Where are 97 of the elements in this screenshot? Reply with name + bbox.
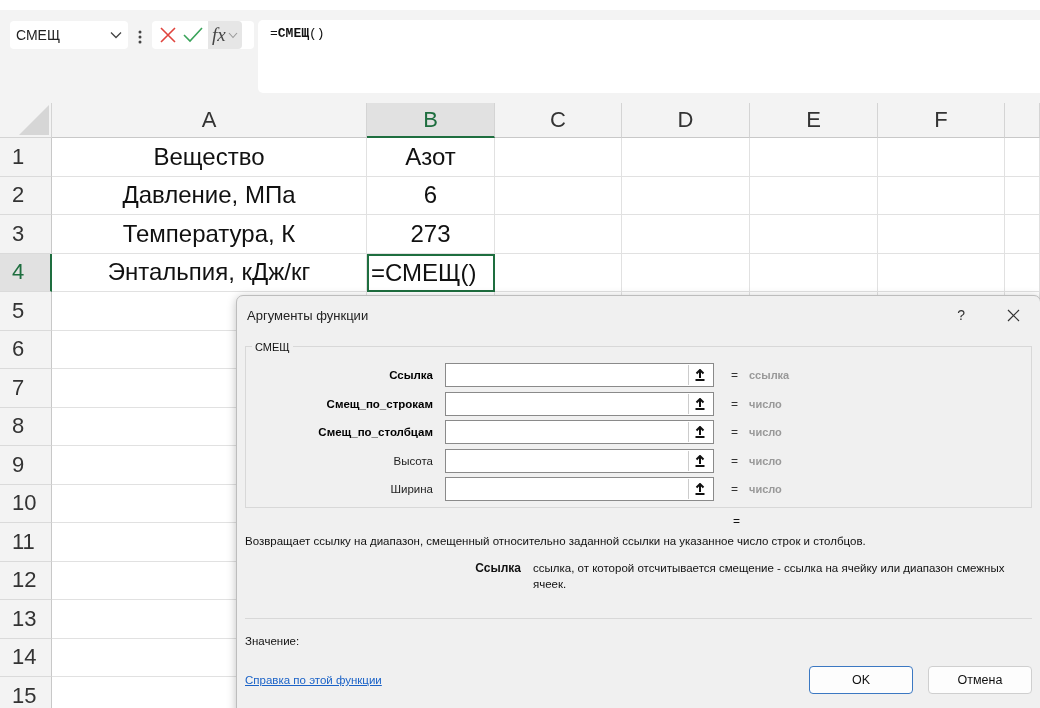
table-cell[interactable] <box>622 176 750 215</box>
upload-icon <box>695 426 705 439</box>
chevron-icon <box>227 31 238 39</box>
row-header[interactable]: 14 <box>0 638 52 677</box>
table-cell[interactable] <box>622 138 750 177</box>
table-cell[interactable] <box>878 138 1005 177</box>
value-label: Значение: <box>245 635 301 647</box>
row-header[interactable]: 3 <box>0 215 52 254</box>
equals-sign: = <box>731 482 739 497</box>
upload-icon <box>695 369 705 382</box>
argument-label: Смещ_по_строкам <box>325 397 433 410</box>
table-cell[interactable] <box>495 215 622 254</box>
upload-icon <box>695 483 705 496</box>
table-cell[interactable] <box>878 176 1005 215</box>
table-cell[interactable]: Вещество <box>52 138 367 177</box>
table-cell[interactable] <box>750 176 878 215</box>
equals-sign: = <box>731 368 739 383</box>
equals-sign: = <box>731 453 739 468</box>
argument-label: Смещ_по_столбцам <box>317 426 433 439</box>
table-cell[interactable] <box>495 253 622 292</box>
argument-description: ссылка, от которой отсчитывается смещение - ссылка на ячейку или диапазон смежных ячеек. <box>533 561 1006 592</box>
row-header[interactable]: 12 <box>0 561 52 600</box>
table-cell[interactable] <box>878 215 1005 254</box>
help-link[interactable]: Справка по этой функции <box>245 674 382 686</box>
row-header[interactable]: 9 <box>0 446 52 485</box>
cancel-icon[interactable] <box>158 25 178 45</box>
insert-function-button[interactable]: fx <box>208 21 242 49</box>
row-header[interactable]: 13 <box>0 600 52 639</box>
argument-field[interactable] <box>445 391 714 416</box>
table-cell[interactable]: Азот <box>367 138 495 177</box>
table-cell[interactable] <box>878 253 1005 292</box>
column-header[interactable]: B <box>367 103 495 138</box>
dialog-button[interactable]: OK <box>809 666 913 694</box>
select-all-icon <box>19 105 49 135</box>
row-header[interactable]: 11 <box>0 523 52 562</box>
more-icon[interactable] <box>138 30 142 44</box>
formula-result: = <box>733 514 740 528</box>
equals-sign: = <box>731 396 739 411</box>
chevron-icon <box>110 31 122 39</box>
row-header[interactable]: 2 <box>0 176 52 215</box>
table-cell[interactable] <box>750 215 878 254</box>
argument-result: число <box>749 397 782 410</box>
table-cell[interactable] <box>1005 138 1040 177</box>
close-icon[interactable] <box>1007 308 1020 322</box>
table-cell[interactable]: Давление, МПа <box>52 176 367 215</box>
dialog-button[interactable]: Отмена <box>928 666 1032 694</box>
argument-label: Ширина <box>389 483 433 496</box>
table-cell[interactable] <box>750 253 878 292</box>
column-header[interactable]: D <box>622 103 750 138</box>
argument-result: число <box>749 483 782 496</box>
table-cell[interactable]: 273 <box>367 215 495 254</box>
table-cell[interactable] <box>1005 215 1040 254</box>
argument-field[interactable] <box>445 477 714 502</box>
column-header[interactable]: A <box>52 103 367 138</box>
row-header[interactable]: 4 <box>0 253 52 292</box>
column-header[interactable]: C <box>495 103 622 138</box>
table-cell[interactable]: =СМЕЩ() <box>367 253 495 292</box>
row-header[interactable]: 10 <box>0 484 52 523</box>
argument-field[interactable] <box>445 448 714 473</box>
argument-label: Ссылка <box>388 369 433 382</box>
row-header[interactable]: 5 <box>0 292 52 331</box>
corner-header[interactable] <box>0 103 52 138</box>
equals-sign: = <box>731 425 739 440</box>
upload-icon <box>695 397 705 410</box>
dialog-title: Аргументы функции <box>247 307 369 323</box>
check-icon[interactable] <box>182 25 204 45</box>
formula-field[interactable]: =СМЕЩ() <box>258 20 1040 93</box>
argument-result: число <box>749 426 782 439</box>
table-cell[interactable] <box>750 138 878 177</box>
table-cell[interactable] <box>622 215 750 254</box>
row-header[interactable]: 15 <box>0 677 52 708</box>
column-header[interactable]: E <box>750 103 878 138</box>
row-header[interactable]: 8 <box>0 407 52 446</box>
table-cell[interactable] <box>495 176 622 215</box>
argument-name: Ссылка <box>474 561 521 577</box>
row-header[interactable]: 7 <box>0 369 52 408</box>
table-cell[interactable]: Температура, К <box>52 215 367 254</box>
argument-label: Высота <box>392 454 433 467</box>
argument-result: ссылка <box>749 369 790 382</box>
group-label: СМЕЩ <box>252 341 293 353</box>
argument-result: число <box>749 454 782 467</box>
table-cell[interactable] <box>1005 176 1040 215</box>
help-button[interactable]: ? <box>957 307 965 323</box>
table-cell[interactable]: 6 <box>367 176 495 215</box>
table-cell[interactable] <box>622 253 750 292</box>
row-header[interactable]: 1 <box>0 138 52 177</box>
name-box[interactable]: СМЕЩ <box>10 21 128 49</box>
argument-field[interactable] <box>445 363 714 388</box>
table-cell[interactable]: Энтальпия, кДж/кг <box>52 253 367 292</box>
row-header[interactable]: 6 <box>0 330 52 369</box>
column-header[interactable]: F <box>878 103 1005 138</box>
table-cell[interactable] <box>495 138 622 177</box>
argument-field[interactable] <box>445 420 714 445</box>
upload-icon <box>695 454 705 467</box>
table-cell[interactable] <box>1005 253 1040 292</box>
column-header[interactable] <box>1005 103 1040 138</box>
function-description: Возвращает ссылку на диапазон, смещенный относительно заданной ссылки на указанное число строк и столбцов. <box>245 535 867 547</box>
